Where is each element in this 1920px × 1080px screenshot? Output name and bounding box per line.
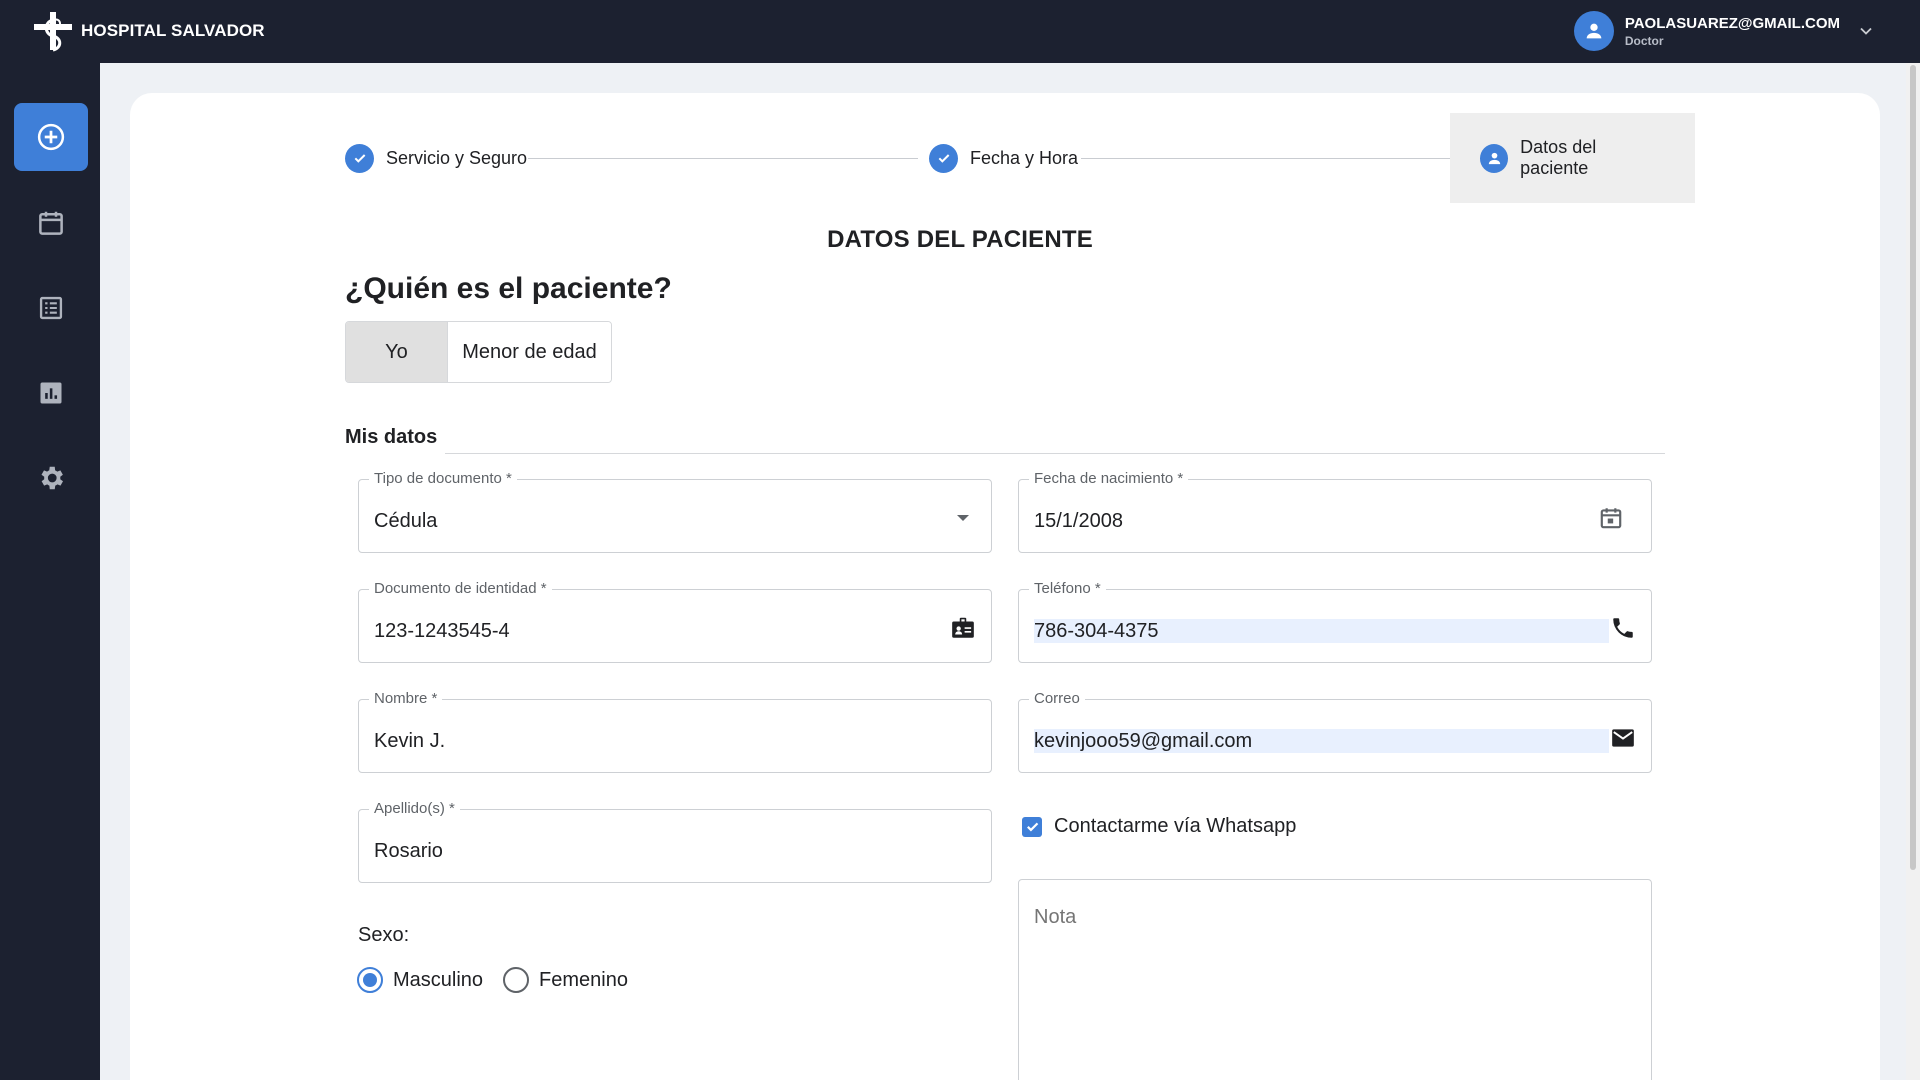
note-textarea[interactable]: Nota: [1018, 879, 1652, 1080]
stepper: Servicio y Seguro Fecha y Hora Datos del…: [345, 113, 1695, 203]
email-field[interactable]: Correo kevinjooo59@gmail.com: [1018, 690, 1652, 773]
step-connector: [528, 158, 918, 159]
patient-question: ¿Quién es el paciente?: [345, 272, 672, 305]
scrollbar-thumb[interactable]: [1910, 65, 1916, 870]
section-heading: Mis datos: [345, 426, 438, 448]
field-label: Teléfono *: [1029, 580, 1106, 598]
id-badge-icon: [949, 614, 977, 642]
field-value: Kevin J.: [374, 730, 446, 752]
user-email: PAOLASUAREZ@GMAIL.COM: [1624, 14, 1840, 32]
divider: [445, 453, 1665, 454]
toggle-option-menor[interactable]: Menor de edad: [447, 322, 611, 382]
note-placeholder: Nota: [1034, 906, 1077, 928]
scrollbar[interactable]: [1906, 63, 1920, 1080]
person-icon: [1480, 143, 1509, 173]
field-value: 15/1/2008: [1034, 510, 1123, 532]
field-label: Tipo de documento *: [369, 470, 517, 488]
sex-label: Sexo:: [358, 924, 410, 946]
page-title: DATOS DEL PACIENTE: [827, 226, 1093, 253]
calendar-icon[interactable]: [1597, 504, 1625, 532]
step-fecha-hora[interactable]: Fecha y Hora: [929, 113, 1078, 203]
check-icon: [345, 143, 374, 173]
phone-icon: [1609, 614, 1637, 642]
first-name-field[interactable]: Nombre * Kevin J.: [358, 690, 992, 773]
last-name-field[interactable]: Apellido(s) * Rosario: [358, 800, 992, 883]
field-value: 786-304-4375: [1034, 619, 1609, 643]
radio-femenino[interactable]: [503, 967, 530, 993]
step-servicio-seguro[interactable]: Servicio y Seguro: [345, 113, 527, 203]
field-label: Fecha de nacimiento *: [1029, 470, 1189, 488]
field-label: Apellido(s) *: [369, 800, 460, 818]
field-value: 123-1243545-4: [374, 620, 510, 642]
patient-toggle: Yo Menor de edad: [345, 321, 612, 383]
step-label: Datos del paciente: [1520, 137, 1597, 178]
bar-chart-icon: [40, 382, 62, 404]
sidebar-item-reports[interactable]: [14, 359, 88, 427]
field-label: Nombre *: [369, 690, 443, 708]
hospital-cross-logo: [34, 12, 72, 52]
sidebar-item-new-appointment[interactable]: [14, 103, 88, 171]
user-menu[interactable]: PAOLASUAREZ@GMAIL.COM Doctor: [1573, 11, 1876, 51]
sidebar-item-list[interactable]: [14, 274, 88, 342]
brand[interactable]: HOSPITAL SALVADOR: [30, 10, 265, 52]
person-icon: [1586, 23, 1602, 39]
chevron-down-icon[interactable]: [1856, 21, 1876, 41]
sidebar-item-settings[interactable]: [14, 444, 88, 512]
sidebar: [0, 63, 100, 1080]
field-label: Documento de identidad *: [369, 580, 552, 598]
step-connector: [1081, 158, 1469, 159]
field-value: Rosario: [374, 840, 443, 862]
whatsapp-checkbox[interactable]: [1022, 816, 1042, 837]
brand-name: HOSPITAL SALVADOR: [81, 21, 265, 40]
avatar[interactable]: [1573, 11, 1614, 51]
top-bar: HOSPITAL SALVADOR PAOLASUAREZ@GMAIL.COM …: [0, 0, 1920, 63]
step-label: Fecha y Hora: [970, 147, 1079, 168]
step-label: Servicio y Seguro: [386, 147, 528, 168]
checkbox-label: Contactarme vía Whatsapp: [1054, 815, 1297, 837]
add-circle-icon: [37, 123, 65, 151]
toggle-option-yo[interactable]: Yo: [346, 322, 447, 382]
radio-label: Femenino: [539, 968, 628, 991]
birth-date-field[interactable]: Fecha de nacimiento * 15/1/2008: [1018, 470, 1652, 553]
document-type-select[interactable]: Tipo de documento * Cédula: [358, 470, 992, 553]
radio-masculino[interactable]: [357, 967, 383, 993]
field-value: kevinjooo59@gmail.com: [1034, 729, 1609, 753]
whatsapp-checkbox-row[interactable]: Contactarme vía Whatsapp: [1022, 815, 1296, 838]
user-role: Doctor: [1624, 33, 1664, 48]
id-document-field[interactable]: Documento de identidad * 123-1243545-4: [358, 580, 992, 663]
field-value: Cédula: [374, 510, 438, 532]
step-datos-paciente[interactable]: Datos del paciente: [1450, 113, 1695, 203]
check-icon: [929, 143, 958, 173]
radio-label: Masculino: [393, 968, 484, 991]
phone-field[interactable]: Teléfono * 786-304-4375: [1018, 580, 1652, 663]
list-icon: [39, 296, 63, 320]
gear-icon: [41, 466, 64, 490]
mail-icon: [1609, 724, 1637, 752]
caret-down-icon[interactable]: [949, 504, 977, 532]
field-label: Correo: [1029, 690, 1085, 708]
sex-radio-group: Masculino Femenino: [357, 967, 648, 993]
